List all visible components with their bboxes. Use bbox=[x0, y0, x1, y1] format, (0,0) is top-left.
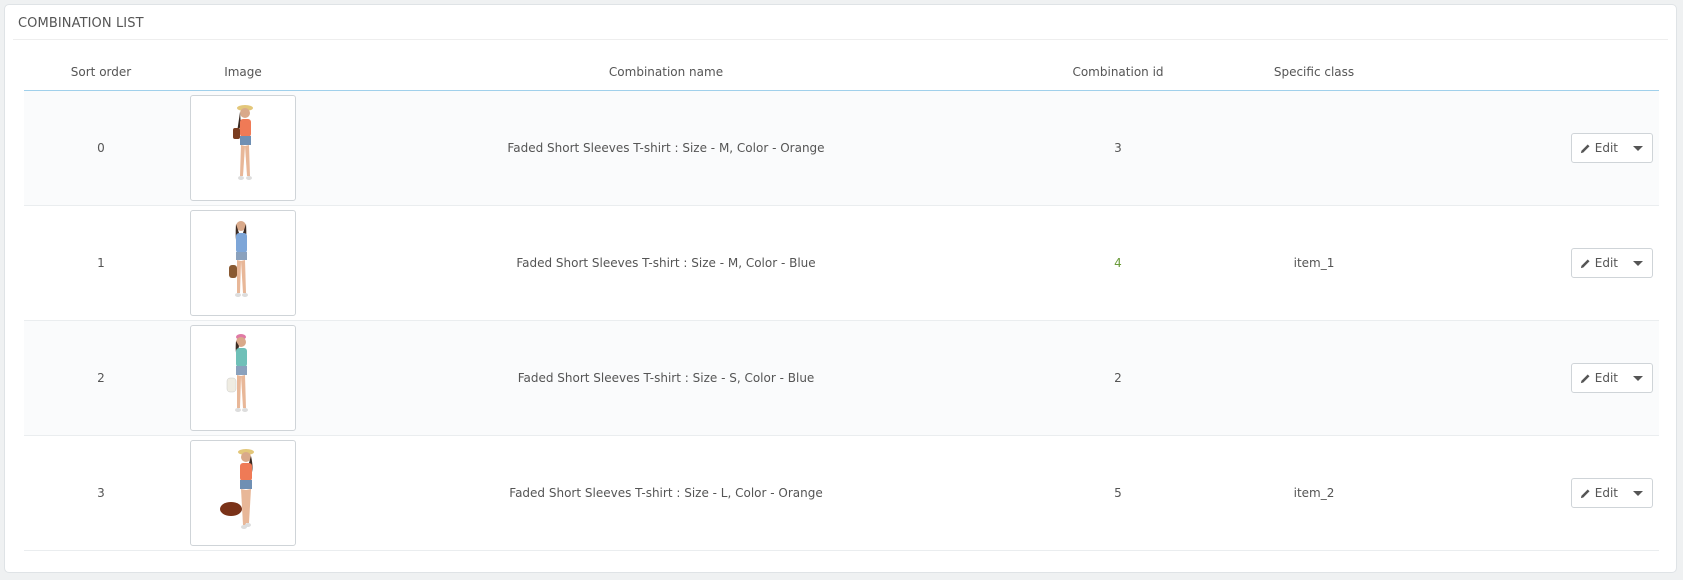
header-actions bbox=[1416, 54, 1659, 91]
table-row[interactable]: 1 Faded Short Sleeves T-shirt: Size - M… bbox=[24, 205, 1659, 321]
image-cell bbox=[178, 205, 308, 321]
specific-class-cell: item_1 bbox=[1212, 205, 1416, 321]
product-photo-icon bbox=[226, 334, 248, 412]
sort-order-cell: 1 bbox=[24, 205, 178, 321]
header-combination-name: Combination name bbox=[308, 54, 1024, 91]
edit-button-group: Edit bbox=[1570, 363, 1653, 393]
product-thumbnail[interactable] bbox=[190, 325, 296, 431]
caret-down-icon bbox=[1633, 490, 1643, 496]
product-photo-icon bbox=[233, 105, 253, 180]
actions-dropdown-toggle[interactable] bbox=[1624, 249, 1652, 277]
combination-id-cell: 4 bbox=[1024, 205, 1212, 321]
combination-id-cell: 5 bbox=[1024, 435, 1212, 551]
edit-button[interactable]: Edit bbox=[1572, 479, 1624, 507]
header-specific-class: Specific class bbox=[1212, 54, 1416, 91]
sort-order-cell: 3 bbox=[24, 435, 178, 551]
product-thumbnail[interactable] bbox=[190, 440, 296, 546]
combination-name-cell: Faded Short Sleeves T-shirt : Size - L, … bbox=[308, 435, 1024, 551]
specific-class-cell bbox=[1212, 90, 1416, 206]
actions-dropdown-toggle[interactable] bbox=[1624, 479, 1652, 507]
image-cell bbox=[178, 320, 308, 436]
edit-label: Edit bbox=[1594, 486, 1618, 500]
image-cell bbox=[178, 90, 308, 206]
actions-cell: Edit bbox=[1416, 205, 1659, 321]
sort-order-cell: 2 bbox=[24, 320, 178, 436]
edit-button-group: Edit bbox=[1570, 248, 1653, 278]
caret-down-icon bbox=[1633, 375, 1643, 381]
combination-id-cell: 2 bbox=[1024, 320, 1212, 436]
header-image: Image bbox=[178, 54, 308, 91]
header-sort-order[interactable]: Sort order bbox=[24, 54, 178, 91]
edit-button[interactable]: Edit bbox=[1572, 249, 1624, 277]
combination-name-cell: Faded Short Sleeves T-shirt : Size - M, … bbox=[308, 90, 1024, 206]
table-row[interactable]: 2 Faded Short Sleeves T-shirt: Size - S… bbox=[24, 320, 1659, 436]
combination-name-cell: Faded Short Sleeves T-shirt : Size - S, … bbox=[308, 320, 1024, 436]
edit-button-group: Edit bbox=[1570, 478, 1653, 508]
pencil-icon bbox=[1580, 488, 1591, 499]
combination-id-cell: 3 bbox=[1024, 90, 1212, 206]
table-row[interactable]: 3 Faded Short Sleeves T-shirt: Size - L… bbox=[24, 435, 1659, 551]
caret-down-icon bbox=[1633, 145, 1643, 151]
edit-button-group: Edit bbox=[1570, 133, 1653, 163]
image-cell bbox=[178, 435, 308, 551]
product-photo-icon bbox=[220, 449, 254, 529]
specific-class-cell: item_2 bbox=[1212, 435, 1416, 551]
table-header-row: Sort order Image Combination name Combin… bbox=[24, 54, 1659, 91]
table-row[interactable]: 0 Faded Short Sleeves T-shirt: Size - M… bbox=[24, 90, 1659, 206]
pencil-icon bbox=[1580, 143, 1591, 154]
pencil-icon bbox=[1580, 258, 1591, 269]
header-combination-id: Combination id bbox=[1024, 54, 1212, 91]
product-thumbnail[interactable] bbox=[190, 210, 296, 316]
actions-cell: Edit bbox=[1416, 90, 1659, 206]
pencil-icon bbox=[1580, 373, 1591, 384]
caret-down-icon bbox=[1633, 260, 1643, 266]
actions-dropdown-toggle[interactable] bbox=[1624, 134, 1652, 162]
product-thumbnail[interactable] bbox=[190, 95, 296, 201]
combination-name-cell: Faded Short Sleeves T-shirt : Size - M, … bbox=[308, 205, 1024, 321]
specific-class-cell bbox=[1212, 320, 1416, 436]
actions-cell: Edit bbox=[1416, 435, 1659, 551]
edit-button[interactable]: Edit bbox=[1572, 364, 1624, 392]
combination-list-panel: COMBINATION LIST Sort order Image Combin… bbox=[4, 4, 1677, 573]
edit-label: Edit bbox=[1594, 371, 1618, 385]
actions-dropdown-toggle[interactable] bbox=[1624, 364, 1652, 392]
actions-cell: Edit bbox=[1416, 320, 1659, 436]
sort-order-cell: 0 bbox=[24, 90, 178, 206]
edit-button[interactable]: Edit bbox=[1572, 134, 1624, 162]
edit-label: Edit bbox=[1594, 256, 1618, 270]
panel-title: COMBINATION LIST bbox=[13, 5, 1668, 40]
combination-table: Sort order Image Combination name Combin… bbox=[24, 54, 1659, 551]
edit-label: Edit bbox=[1594, 141, 1618, 155]
product-photo-icon bbox=[229, 221, 248, 297]
